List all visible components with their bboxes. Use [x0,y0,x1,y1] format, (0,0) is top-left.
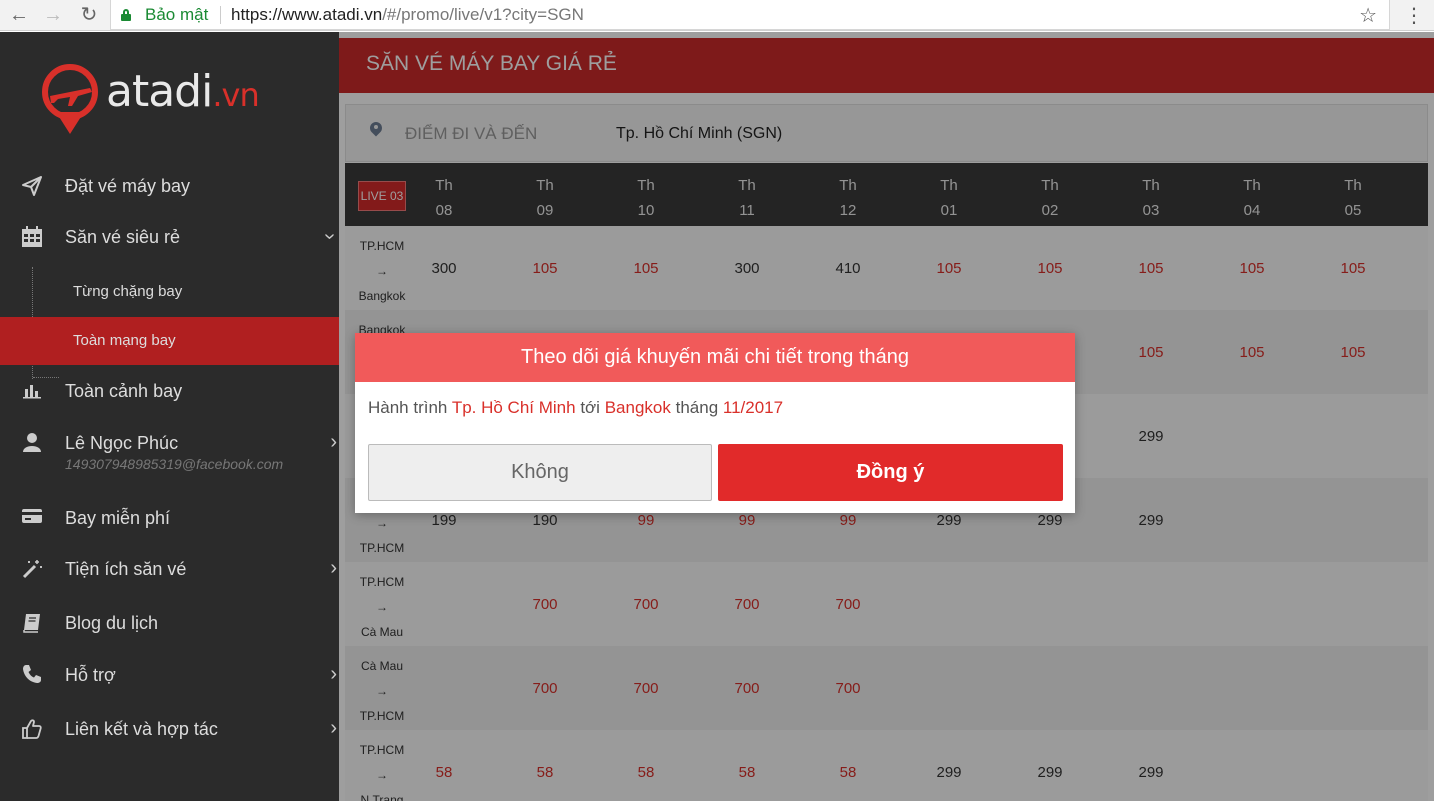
dialog-origin: Tp. Hồ Chí Minh [451,398,576,417]
submenu-single-leg-label: Từng chặng bay [73,283,183,300]
menu-travel-blog[interactable]: Blog du lịch [0,600,339,648]
chevron-right-icon: › [330,557,337,579]
menu-book-flight-label: Đặt vé máy bay [65,176,191,196]
dialog-message: Hành trình Tp. Hồ Chí Minh tới Bangkok t… [368,398,783,418]
magic-wand-icon [20,558,44,582]
sidebar: atadi.vn Đặt vé máy bay Săn vé siêu rẻ ›… [0,32,342,801]
browser-toolbar: ← → ↻ Bảo mật https://www.atadi.vn/#/pro… [0,0,1434,31]
dialog-destination: Bangkok [604,398,671,417]
menu-cheap-tickets[interactable]: Săn vé siêu rẻ › [0,214,342,262]
menu-user-account[interactable]: Lê Ngọc Phúc 149307948985319@facebook.co… [0,420,339,492]
phone-icon [20,664,44,688]
logo-text: atadi.vn [106,66,260,117]
user-icon [20,432,44,456]
menu-travel-blog-label: Blog du lịch [65,613,159,633]
menu-partnership-label: Liên kết và hợp tác [65,719,218,739]
submenu-single-leg[interactable]: Từng chặng bay [0,268,339,316]
submenu-all-network[interactable]: Toàn mạng bay [0,317,339,365]
dialog-text: tháng [675,398,719,417]
menu-ticket-tools[interactable]: Tiện ích săn vé › [0,546,339,594]
chevron-right-icon: › [330,663,337,685]
atadi-logo[interactable]: atadi.vn [38,60,278,140]
pin-plane-logo-icon [42,64,98,134]
menu-flight-overview[interactable]: Toàn cảnh bay [0,368,339,416]
thumbs-up-icon [20,718,44,742]
bookmark-star-icon[interactable]: ☆ [1359,3,1377,28]
cancel-button[interactable]: Không [368,444,712,501]
paper-plane-icon [20,175,44,199]
menu-ticket-tools-label: Tiện ích săn vé [65,559,187,579]
menu-flight-overview-label: Toàn cảnh bay [65,381,183,401]
chevron-right-icon: › [330,431,337,453]
url-host: https://www.atadi.vn [231,5,383,24]
dialog-title: Theo dõi giá khuyến mãi chi tiết trong t… [355,333,1075,382]
menu-free-flight[interactable]: Bay miễn phí [0,495,339,543]
menu-partnership[interactable]: Liên kết và hợp tác › [0,706,339,754]
credit-card-icon [20,507,44,531]
menu-support[interactable]: Hỗ trợ › [0,652,339,700]
forward-arrow-icon[interactable]: → [40,3,66,29]
bar-chart-icon [20,380,44,404]
chevron-right-icon: › [330,717,337,739]
confirm-dialog: Theo dõi giá khuyến mãi chi tiết trong t… [355,333,1075,513]
reload-icon[interactable]: ↻ [76,3,102,29]
menu-cheap-tickets-label: Săn vé siêu rẻ [65,227,181,247]
confirm-button[interactable]: Đồng ý [718,444,1063,501]
dialog-text: Hành trình [368,398,448,417]
dialog-text: tới [580,398,600,417]
url-text[interactable]: https://www.atadi.vn/#/promo/live/v1?cit… [231,5,584,25]
chevron-down-icon: › [319,233,342,240]
address-bar[interactable]: Bảo mật https://www.atadi.vn/#/promo/liv… [110,0,1390,30]
dialog-month: 11/2017 [722,398,784,417]
menu-support-label: Hỗ trợ [65,665,116,685]
secure-label: Bảo mật [145,5,209,24]
browser-menu-icon[interactable]: ⋮ [1404,3,1424,28]
user-name: Lê Ngọc Phúc [65,433,179,453]
menu-book-flight[interactable]: Đặt vé máy bay [0,163,339,211]
menu-free-flight-label: Bay miễn phí [65,508,171,528]
lock-icon [121,9,131,21]
url-path: /#/promo/live/v1?city=SGN [382,5,584,24]
submenu-all-network-label: Toàn mạng bay [73,332,176,349]
user-email: 149307948985319@facebook.com [65,456,284,472]
address-separator [220,6,221,24]
book-icon [20,612,44,636]
back-arrow-icon[interactable]: ← [6,3,32,29]
calendar-icon [20,226,44,250]
